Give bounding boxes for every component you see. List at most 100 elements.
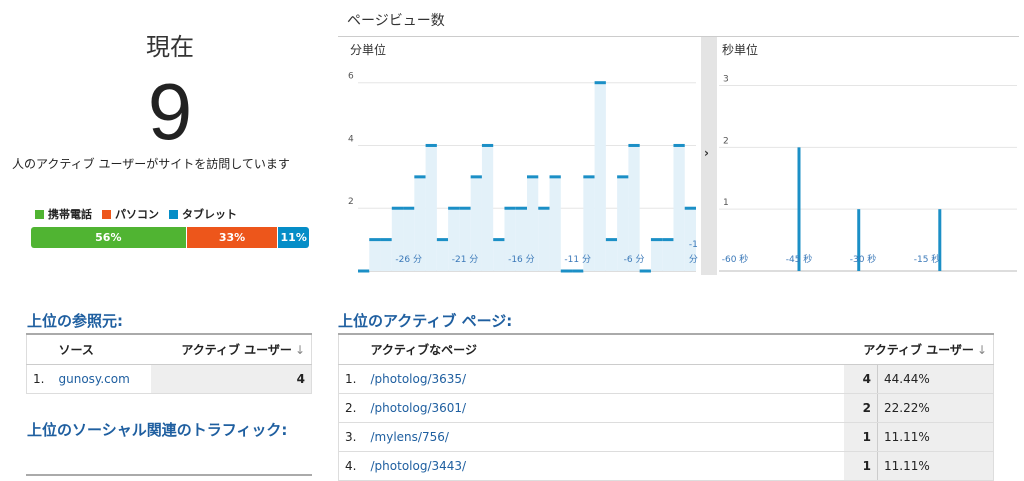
chevron-right-icon[interactable]: ›: [704, 146, 709, 160]
bar-cap[interactable]: [380, 238, 392, 242]
bar-cap[interactable]: [493, 238, 505, 242]
referrals-table: ソース アクティブ ユーザー ↓ 1. gunosy.com 4: [26, 333, 312, 394]
bar-cap[interactable]: [403, 206, 415, 210]
source-link[interactable]: gunosy.com: [59, 372, 130, 386]
bar-fill: [380, 239, 392, 271]
bar-fill: [436, 239, 449, 271]
per-second-chart[interactable]: 秒単位 1 2 3 -60 秒 -45 秒 -30 秒 -15 秒: [717, 37, 1019, 275]
active-users-description: 人のアクティブ ユーザーがサイトを訪問しています: [12, 157, 290, 171]
active-pages-table: アクティブなページ アクティブ ユーザー ↓ 1. /photolog/3635/…: [338, 333, 994, 481]
bar-fill: [628, 145, 640, 271]
device-segment-tablet[interactable]: 11%: [278, 227, 309, 248]
bar-fill: [673, 145, 685, 271]
bar-fill: [481, 145, 494, 271]
table-row: 3. /mylens/756/ 1 11.11%: [338, 422, 994, 452]
bar-cap[interactable]: [459, 206, 471, 210]
bar-cap[interactable]: [549, 175, 561, 179]
sort-down-icon[interactable]: ↓: [977, 343, 987, 357]
device-segment-desktop[interactable]: 33%: [186, 227, 279, 248]
legend-item-desktop: パソコン: [102, 206, 159, 222]
bar-fill: [650, 239, 663, 271]
table-row: 2. /photolog/3601/ 2 22.22%: [338, 393, 994, 423]
bar-cap[interactable]: [617, 175, 629, 179]
users-percent: 22.22%: [877, 393, 994, 423]
bar-fill: [493, 239, 505, 271]
bar-cap[interactable]: [515, 206, 527, 210]
bar-cap[interactable]: [358, 269, 370, 273]
bar-cap[interactable]: [436, 238, 449, 242]
x-tick-label: -45 秒: [786, 253, 813, 265]
users-value: 4: [843, 364, 878, 394]
users-value: 2: [843, 393, 878, 423]
bar-cap[interactable]: [583, 175, 595, 179]
page-link-cell: /photolog/3635/: [364, 364, 844, 394]
device-share-bar: 56% 33% 11%: [31, 227, 309, 248]
legend-label: 携帯電話: [48, 208, 92, 221]
device-segment-mobile[interactable]: 56%: [31, 227, 187, 248]
x-tick-label-unit: 分: [689, 254, 698, 265]
x-tick-label: -60 秒: [722, 253, 749, 265]
x-tick-label: -15 秒: [914, 253, 941, 265]
bar-cap[interactable]: [527, 175, 539, 179]
bar-cap[interactable]: [504, 206, 516, 210]
bar-cap[interactable]: [560, 269, 573, 273]
bar-cap[interactable]: [650, 238, 663, 242]
per-minute-chart[interactable]: 分単位 2 4 6 -26 分 -21 分 -16 分 -11 分 -6 分 -1 分: [338, 37, 701, 275]
table-header-row: アクティブなページ アクティブ ユーザー ↓: [338, 333, 994, 365]
table-row: 4. /photolog/3443/ 1 11.11%: [338, 451, 994, 481]
bar-cap[interactable]: [662, 238, 674, 242]
bar-cap[interactable]: [673, 143, 685, 147]
bar-cap[interactable]: [481, 143, 494, 147]
users-column-label: アクティブ ユーザー: [863, 342, 974, 357]
bar-cap[interactable]: [605, 238, 618, 242]
bar-fill: [425, 145, 437, 271]
row-rank: 1.: [338, 364, 365, 394]
table-row: 1. /photolog/3635/ 4 44.44%: [338, 364, 994, 394]
top-social-title: 上位のソーシャル関連のトラフィック:: [27, 421, 288, 439]
bar-cap[interactable]: [639, 269, 651, 273]
users-percent: 11.11%: [877, 451, 994, 481]
bar-cap[interactable]: [470, 175, 482, 179]
bar-cap[interactable]: [369, 238, 381, 242]
bar-cap[interactable]: [448, 206, 460, 210]
rank-header: [338, 333, 365, 365]
bar-cap[interactable]: [684, 206, 696, 210]
y-tick-label: 1: [723, 198, 729, 208]
legend-label: タブレット: [182, 208, 237, 221]
y-tick-label: 4: [348, 134, 354, 144]
page-link-cell: /photolog/3601/: [364, 393, 844, 423]
chart-title: 分単位: [350, 42, 386, 57]
bar-fill: [605, 239, 618, 271]
page-link[interactable]: /mylens/756/: [371, 430, 449, 444]
top-active-pages-title: 上位のアクティブ ページ:: [338, 312, 513, 330]
page-link[interactable]: /photolog/3635/: [371, 372, 467, 386]
users-column-label: アクティブ ユーザー: [181, 342, 292, 357]
x-tick-label: -6 分: [624, 254, 645, 265]
top-referrals-title: 上位の参照元:: [27, 312, 123, 330]
page-link[interactable]: /photolog/3443/: [371, 459, 467, 473]
page-link-cell: /mylens/756/: [364, 422, 844, 452]
bar-cap[interactable]: [538, 206, 550, 210]
bar-fill: [369, 239, 381, 271]
users-column-header[interactable]: アクティブ ユーザー ↓: [150, 333, 312, 365]
page-link[interactable]: /photolog/3601/: [371, 401, 467, 415]
bar-cap[interactable]: [628, 143, 640, 147]
bar-fill: [662, 239, 674, 271]
table-row: 1. gunosy.com 4: [26, 364, 312, 394]
bar-cap[interactable]: [414, 175, 426, 179]
bar-cap[interactable]: [594, 81, 606, 85]
x-tick-label: -1: [689, 240, 698, 250]
bar-cap[interactable]: [572, 269, 584, 273]
page-column-header[interactable]: アクティブなページ: [364, 333, 844, 365]
bar-cap[interactable]: [425, 143, 437, 147]
x-tick-label: -26 分: [395, 254, 422, 265]
bar-cap[interactable]: [391, 206, 404, 210]
y-tick-label: 3: [723, 75, 729, 85]
sort-down-icon[interactable]: ↓: [295, 343, 305, 357]
legend-swatch: [169, 209, 178, 219]
users-value: 1: [843, 451, 878, 481]
source-column-header[interactable]: ソース: [52, 333, 151, 365]
bar[interactable]: [797, 147, 801, 271]
users-column-header[interactable]: アクティブ ユーザー ↓: [843, 333, 994, 365]
y-tick-label: 6: [348, 72, 354, 82]
